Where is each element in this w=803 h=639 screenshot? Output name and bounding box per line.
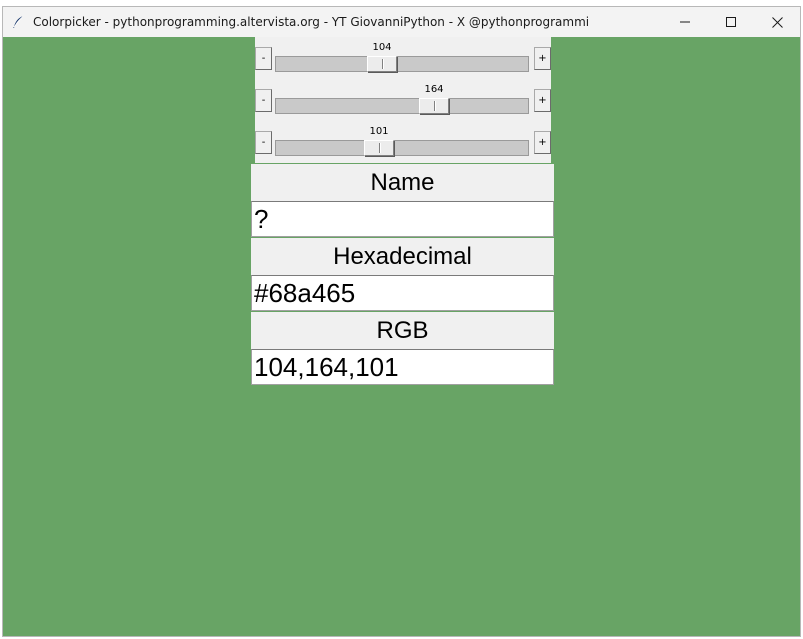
rgb-field[interactable]	[251, 349, 554, 385]
green-slider-handle[interactable]	[419, 98, 449, 114]
title-bar[interactable]: Colorpicker - pythonprogramming.altervis…	[3, 7, 800, 37]
close-icon	[771, 16, 783, 28]
close-button[interactable]	[754, 7, 800, 37]
blue-slider-row: - 101 +	[255, 121, 551, 163]
blue-slider-trough[interactable]	[275, 140, 529, 156]
name-label: Name	[251, 164, 554, 201]
blue-decrement-button[interactable]: -	[255, 131, 272, 154]
red-value-label: 104	[372, 42, 392, 53]
green-increment-button[interactable]: +	[534, 89, 551, 112]
green-decrement-button[interactable]: -	[255, 89, 272, 112]
feather-icon	[11, 15, 25, 29]
rgb-label: RGB	[251, 312, 554, 349]
red-slider-trough[interactable]	[275, 56, 529, 72]
maximize-button[interactable]	[708, 7, 754, 37]
red-increment-button[interactable]: +	[534, 47, 551, 70]
blue-increment-button[interactable]: +	[534, 131, 551, 154]
blue-slider-handle[interactable]	[364, 140, 394, 156]
red-slider-handle[interactable]	[367, 56, 397, 72]
app-window: Colorpicker - pythonprogramming.altervis…	[2, 6, 801, 637]
green-slider-row: - 164 +	[255, 79, 551, 121]
minimize-icon	[680, 21, 690, 23]
red-slider-row: - 104 +	[255, 37, 551, 79]
minimize-button[interactable]	[662, 7, 708, 37]
window-controls	[662, 7, 800, 37]
green-slider-trough[interactable]	[275, 98, 529, 114]
blue-value-label: 101	[369, 126, 389, 137]
hex-field[interactable]	[251, 275, 554, 311]
maximize-icon	[726, 17, 736, 27]
red-decrement-button[interactable]: -	[255, 47, 272, 70]
window-title: Colorpicker - pythonprogramming.altervis…	[33, 15, 590, 29]
hex-label: Hexadecimal	[251, 238, 554, 275]
green-value-label: 164	[424, 84, 444, 95]
name-field[interactable]	[251, 201, 554, 237]
color-preview-area: - 104 + - 164 + - 101 + Name ? Hexadecim…	[3, 37, 800, 636]
